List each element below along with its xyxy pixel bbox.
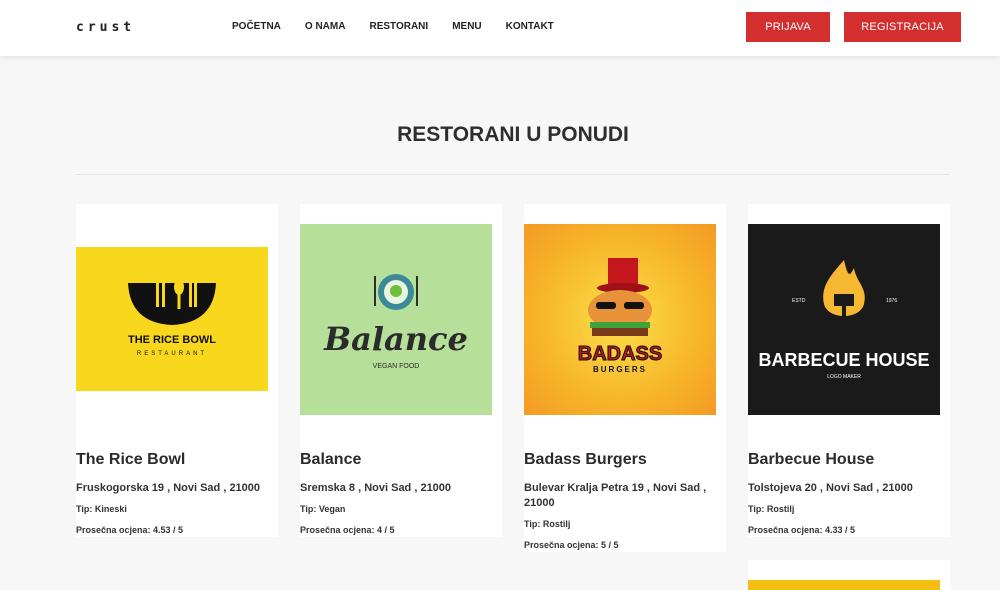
logo-line2: BURGERS: [593, 365, 647, 374]
restaurant-address: Sremska 8 , Novi Sad , 21000: [300, 482, 452, 494]
logo-line2: VEGAN FOOD: [373, 363, 420, 370]
rice-bowl-logo: THE RICE BOWL RESTAURANT: [128, 273, 216, 357]
page-title: RESTORANI U PONUDI: [397, 123, 629, 146]
logo-line1: BADASS: [578, 343, 662, 365]
nav-link-restorani[interactable]: RESTORANI: [369, 21, 428, 32]
nav-link-kontakt[interactable]: KONTAKT: [506, 21, 554, 32]
logo-line2: RESTAURANT: [137, 351, 207, 357]
main-nav: POČETNA O NAMA RESTORANI MENU KONTAKT: [232, 21, 578, 32]
restaurant-card[interactable]: [748, 560, 950, 590]
restaurant-address: Bulevar Kralja Petra 19 , Novi Sad , 210…: [524, 482, 707, 509]
site-logo[interactable]: crust: [76, 20, 135, 35]
logo-year: 1976: [886, 298, 897, 304]
restaurant-logo-image[interactable]: BADASS BURGERS: [524, 224, 716, 415]
logo-line2: LOGO MAKER: [827, 374, 861, 380]
top-navigation-bar: crust POČETNA O NAMA RESTORANI MENU KONT…: [0, 0, 1000, 56]
restaurant-logo-image[interactable]: [748, 580, 940, 590]
restaurant-rating: Prosečna ocjena: 4 / 5: [300, 525, 395, 535]
restaurant-name[interactable]: Barbecue House: [748, 451, 874, 469]
login-button[interactable]: PRIJAVA: [746, 12, 830, 42]
logo-line1: THE RICE BOWL: [128, 334, 216, 346]
restaurant-card[interactable]: Balance VEGAN FOOD Balance Sremska 8 , N…: [300, 204, 502, 537]
register-button[interactable]: REGISTRACIJA: [844, 12, 961, 42]
restaurant-name[interactable]: Badass Burgers: [524, 451, 647, 469]
restaurant-type: Tip: Kineski: [76, 504, 127, 514]
logo-line1: BARBECUE HOUSE: [758, 350, 929, 370]
restaurant-type: Tip: Vegan: [300, 504, 346, 514]
badass-burgers-logo: BADASS BURGERS: [577, 258, 663, 374]
restaurant-address: Tolstojeva 20 , Novi Sad , 21000: [748, 482, 913, 494]
logo-line1: Balance: [323, 320, 468, 358]
restaurant-rating: Prosečna ocjena: 4.53 / 5: [76, 525, 184, 535]
restaurant-type: Tip: Rostilj: [748, 504, 795, 514]
restaurant-logo-image[interactable]: THE RICE BOWL RESTAURANT: [76, 247, 268, 391]
nav-link-pocetna[interactable]: POČETNA: [232, 21, 281, 32]
restaurant-card[interactable]: ESTD 1976 BARBECUE HOUSE LOGO MAKER Barb…: [748, 204, 950, 537]
restaurant-name[interactable]: The Rice Bowl: [76, 451, 185, 469]
restaurant-rating: Prosečna ocjena: 4.33 / 5: [748, 525, 856, 535]
nav-link-menu[interactable]: MENU: [452, 21, 481, 32]
restaurant-type: Tip: Rostilj: [524, 519, 571, 529]
restaurant-card[interactable]: THE RICE BOWL RESTAURANT The Rice Bowl F…: [76, 204, 278, 537]
logo-est: ESTD: [792, 298, 806, 304]
section-divider: [76, 174, 949, 175]
balance-logo: Balance VEGAN FOOD: [323, 274, 468, 370]
restaurant-logo-image[interactable]: Balance VEGAN FOOD: [300, 224, 492, 415]
restaurant-address: Fruskogorska 19 , Novi Sad , 21000: [76, 482, 261, 494]
restaurant-card[interactable]: BADASS BURGERS Badass Burgers Bulevar Kr…: [524, 204, 726, 552]
restaurant-rating: Prosečna ocjena: 5 / 5: [524, 540, 619, 550]
barbecue-house-logo: ESTD 1976 BARBECUE HOUSE LOGO MAKER: [758, 260, 930, 380]
nav-link-o-nama[interactable]: O NAMA: [305, 21, 346, 32]
restaurant-logo-image[interactable]: ESTD 1976 BARBECUE HOUSE LOGO MAKER: [748, 224, 940, 415]
restaurant-name[interactable]: Balance: [300, 451, 361, 469]
